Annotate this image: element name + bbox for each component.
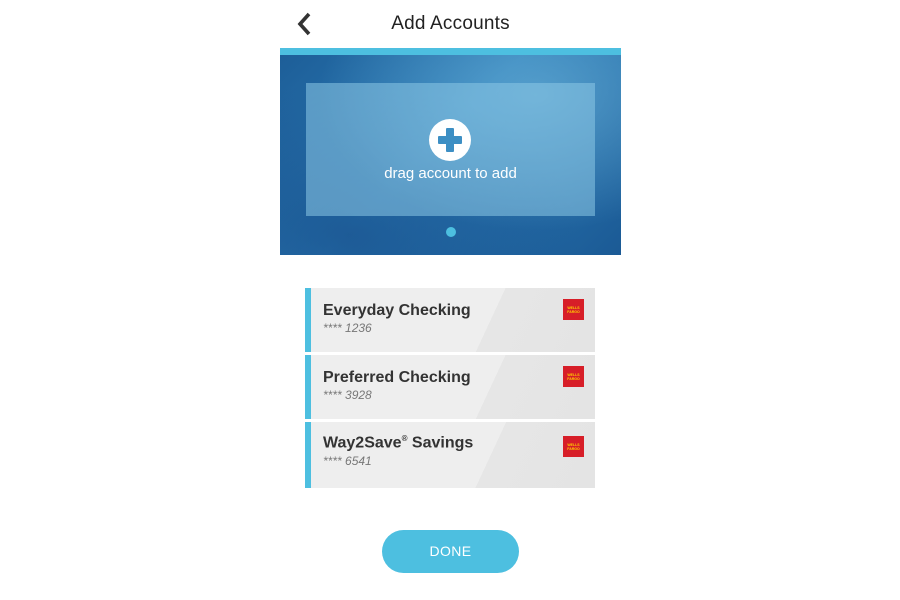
account-name-suffix: Savings [407,434,474,452]
wells-fargo-logo-icon: WELLS FARGO [563,436,584,457]
account-card-way2save-savings[interactable]: Way2Save® Savings **** 6541 WELLS FARGO [305,422,595,488]
account-name: Preferred Checking [323,369,471,386]
account-name-main: Way2Save [323,434,402,452]
account-name: Everyday Checking [323,302,471,319]
header-accent-bar [280,48,621,55]
account-number: **** 6541 [323,454,372,468]
account-number: **** 3928 [323,388,372,402]
account-drop-area: drag account to add [280,55,621,255]
account-number: **** 1236 [323,321,372,335]
account-card-preferred-checking[interactable]: Preferred Checking **** 3928 WELLS FARGO [305,355,595,419]
drop-zone[interactable]: drag account to add [306,83,595,216]
header: Add Accounts [280,0,621,48]
done-button[interactable]: DONE [382,530,519,573]
account-card-everyday-checking[interactable]: Everyday Checking **** 1236 WELLS FARGO [305,288,595,352]
page-title: Add Accounts [391,13,510,34]
page-indicator-dot [446,227,456,237]
wells-fargo-logo-icon: WELLS FARGO [563,299,584,320]
account-name: Way2Save® Savings [323,434,473,452]
add-accounts-screen: Add Accounts drag account to add Everyda… [280,0,621,600]
plus-circle-icon [429,119,471,161]
wells-fargo-logo-icon: WELLS FARGO [563,366,584,387]
drop-zone-label: drag account to add [384,165,517,182]
